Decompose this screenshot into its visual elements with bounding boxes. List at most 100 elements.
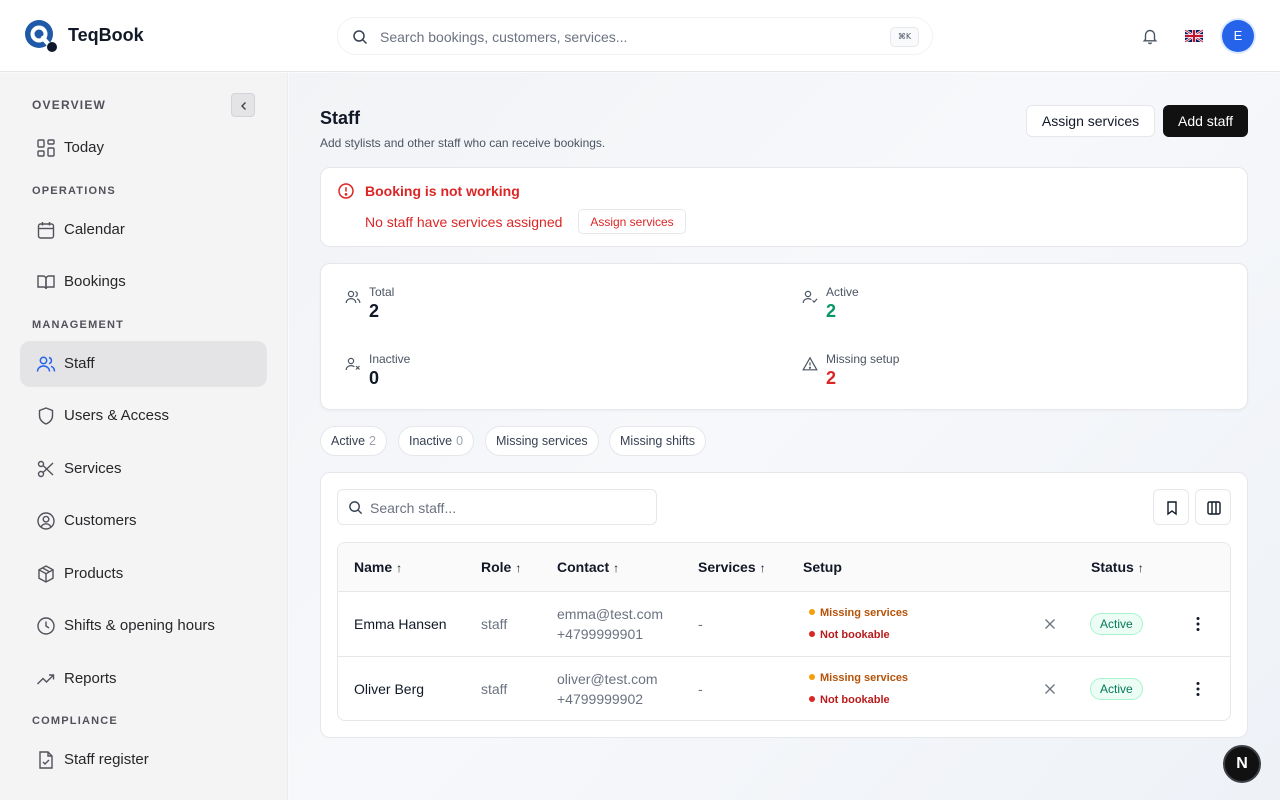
search-shortcut-hint: ⌘K [890,27,919,47]
add-staff-button[interactable]: Add staff [1163,105,1248,137]
more-vertical-icon[interactable] [1196,681,1200,697]
staff-contact: oliver@test.com +4799999902 [557,669,658,709]
sidebar-item-staff-register[interactable]: Staff register [20,737,267,783]
sidebar-item-reports[interactable]: Reports [20,656,267,702]
staff-email: oliver@test.com [557,671,658,687]
sidebar-item-label: Services [64,460,122,477]
sidebar-item-customers[interactable]: Customers [20,498,267,544]
alert-description: No staff have services assigned [365,214,563,230]
devtools-badge[interactable]: N [1223,745,1261,783]
filter-chip-inactive[interactable]: Inactive 0 [398,426,475,456]
search-icon [349,501,363,515]
brand-name[interactable]: TeqBook [68,25,144,46]
chip-label: Inactive [409,434,453,448]
sidebar-item-label: Users & Access [64,407,170,424]
alert-assign-services-button[interactable]: Assign services [578,209,686,234]
uk-flag-icon[interactable] [1185,29,1203,43]
users-icon [345,290,361,304]
columns-toggle-button[interactable] [1195,489,1231,525]
clock-icon [37,617,55,635]
status-dot-icon [809,674,815,680]
staff-search-input[interactable] [370,498,640,518]
stat-value: 2 [826,368,837,388]
global-search[interactable]: ⌘K [337,17,933,55]
filter-chip-missing-shifts[interactable]: Missing shifts [609,426,707,456]
sort-arrow-icon: ↑ [613,561,620,575]
sidebar-item-users-access[interactable]: Users & Access [20,393,267,439]
status-dot-icon [809,631,815,637]
table-header: Name ↑ Role ↑ Contact ↑ Services ↑ Setup Sta… [338,543,1230,592]
notifications-bell-icon[interactable] [1141,27,1159,45]
staff-role: staff [481,681,508,697]
status-badge: Active [1090,678,1143,700]
column-role[interactable]: Role ↑ [481,559,521,575]
sidebar-item-label: Today [64,139,105,156]
shield-icon [38,407,54,425]
sidebar-item-label: Customers [64,512,137,529]
stat-label: Inactive [369,352,411,366]
section-management: MANAGEMENT [32,319,125,331]
dashboard-grid-icon [37,139,55,157]
teqbook-logo-icon[interactable] [24,19,58,53]
staff-role: staff [481,616,508,632]
sidebar-item-products[interactable]: Products [20,551,267,597]
page-title: Staff [320,108,360,128]
staff-email: emma@test.com [557,606,664,622]
stat-label: Total [369,285,395,299]
staff-name: Emma Hansen [354,616,447,632]
status-dot-icon [809,696,815,702]
stat-value: 2 [826,301,837,321]
column-services[interactable]: Services ↑ [698,559,766,575]
sidebar-item-label: Reports [64,670,117,687]
close-icon[interactable] [1044,683,1056,695]
status-badge: Active [1090,613,1143,635]
user-avatar[interactable]: E [1222,20,1254,52]
sidebar-item-shifts[interactable]: Shifts & opening hours [20,603,267,649]
filter-chip-active[interactable]: Active 2 [320,426,387,456]
close-icon[interactable] [1044,618,1056,630]
sidebar-item-label: Staff register [64,751,149,768]
sidebar-item-calendar[interactable]: Calendar [20,207,267,253]
sidebar-item-today[interactable]: Today [20,125,267,171]
search-icon [353,30,368,45]
sort-arrow-icon: ↑ [396,561,403,575]
chip-count: 0 [456,434,464,448]
sidebar-item-label: Bookings [64,273,126,290]
section-overview: OVERVIEW [32,98,107,112]
page-subtitle: Add stylists and other staff who can rec… [320,136,606,150]
column-name[interactable]: Name ↑ [354,559,402,575]
user-x-icon [345,357,360,371]
open-book-icon [37,275,55,290]
top-header: TeqBook ⌘K E [0,0,1280,72]
sidebar-item-bookings[interactable]: Bookings [20,259,267,305]
sidebar-item-services[interactable]: Services [20,446,267,492]
filter-chip-missing-services[interactable]: Missing services [485,426,599,456]
alert-circle-icon [338,183,354,199]
table-row[interactable]: Oliver Berg staff oliver@test.com +47999… [338,658,1230,720]
global-search-input[interactable] [380,27,880,47]
staff-phone: +4799999901 [557,626,644,642]
stat-label: Active [826,285,859,299]
column-status[interactable]: Status ↑ [1091,559,1144,575]
chip-count: 2 [369,434,376,448]
status-dot-icon [809,609,815,615]
package-box-icon [38,565,54,583]
column-contact[interactable]: Contact ↑ [557,559,619,575]
table-row[interactable]: Emma Hansen staff emma@test.com +4799999… [338,592,1230,657]
more-vertical-icon[interactable] [1196,616,1200,632]
staff-phone: +4799999902 [557,691,644,707]
section-operations: OPERATIONS [32,185,116,197]
sidebar-item-staff[interactable]: Staff [20,341,267,387]
sidebar-item-label: Shifts & opening hours [64,617,215,634]
calendar-icon [37,222,55,239]
section-compliance: COMPLIANCE [32,715,118,727]
assign-services-button[interactable]: Assign services [1026,105,1155,137]
collapse-sidebar-button[interactable] [231,93,255,117]
setup-missing-services: Missing services [809,672,908,684]
saved-views-button[interactable] [1153,489,1189,525]
setup-missing-services: Missing services [809,607,908,619]
staff-services: - [698,681,703,697]
staff-search[interactable] [337,489,657,525]
bookmark-icon [1167,501,1177,516]
sidebar: OVERVIEW Today OPERATIONS Calendar Booki… [0,73,288,800]
